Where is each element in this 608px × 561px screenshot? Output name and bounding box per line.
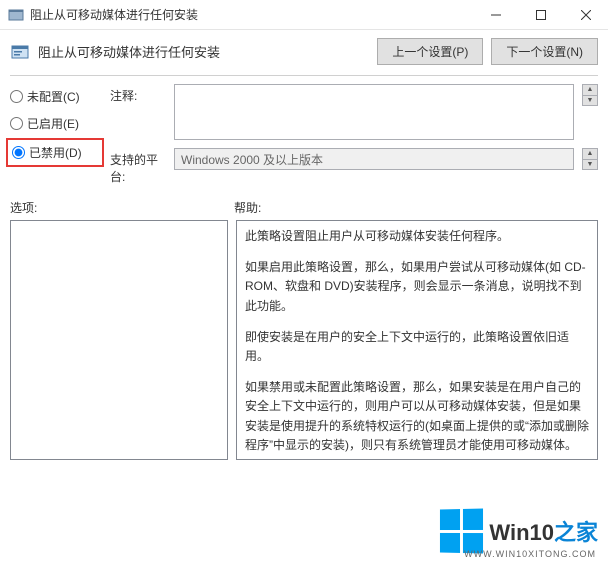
- options-pane[interactable]: [10, 220, 228, 460]
- comment-input[interactable]: [174, 84, 574, 140]
- radio-enabled[interactable]: 已启用(E): [10, 115, 98, 132]
- watermark-url: WWW.WIN10XITONG.COM: [464, 549, 596, 559]
- radio-not-configured-label: 未配置(C): [27, 88, 80, 105]
- comment-spin[interactable]: ▲▼: [582, 84, 598, 106]
- prev-setting-button[interactable]: 上一个设置(P): [377, 38, 483, 65]
- titlebar: 阻止从可移动媒体进行任何安装: [0, 0, 608, 30]
- comment-label: 注释:: [110, 84, 166, 104]
- fields-column: 注释: ▲▼ 支持的平台: Windows 2000 及以上版本 ▲▼: [110, 84, 598, 185]
- help-p3: 即使安装是在用户的安全上下文中运行的，此策略设置依旧适用。: [245, 328, 589, 366]
- platform-label: 支持的平台:: [110, 148, 166, 185]
- platform-value: Windows 2000 及以上版本: [174, 148, 574, 170]
- policy-icon: [10, 42, 30, 62]
- help-p2: 如果启用此策略设置，那么，如果用户尝试从可移动媒体(如 CD-ROM、软盘和 D…: [245, 258, 589, 316]
- close-button[interactable]: [563, 0, 608, 29]
- watermark-brand-b: 之家: [554, 520, 598, 545]
- window-controls: [473, 0, 608, 29]
- platform-spin[interactable]: ▲▼: [582, 148, 598, 170]
- comment-row: 注释: ▲▼: [110, 84, 598, 140]
- radio-enabled-label: 已启用(E): [27, 115, 79, 132]
- help-pane[interactable]: 此策略设置阻止用户从可移动媒体安装任何程序。 如果启用此策略设置，那么，如果用户…: [236, 220, 598, 460]
- minimize-button[interactable]: [473, 0, 518, 29]
- header-row: 阻止从可移动媒体进行任何安装 上一个设置(P) 下一个设置(N): [0, 30, 608, 75]
- separator: [10, 75, 598, 76]
- help-label: 帮助:: [234, 199, 598, 216]
- radio-disabled-label: 已禁用(D): [29, 144, 82, 161]
- windows-logo-icon: [440, 508, 483, 553]
- panes: 此策略设置阻止用户从可移动媒体安装任何程序。 如果启用此策略设置，那么，如果用户…: [0, 220, 608, 460]
- radio-not-configured[interactable]: 未配置(C): [10, 88, 98, 105]
- window-title: 阻止从可移动媒体进行任何安装: [30, 6, 473, 23]
- maximize-button[interactable]: [518, 0, 563, 29]
- config-area: 未配置(C) 已启用(E) 已禁用(D) 注释: ▲▼ 支持的平台: Windo…: [0, 84, 608, 185]
- next-setting-button[interactable]: 下一个设置(N): [491, 38, 598, 65]
- watermark-text: Win10之家: [489, 515, 598, 547]
- radio-disabled-input[interactable]: [12, 146, 25, 159]
- policy-title: 阻止从可移动媒体进行任何安装: [38, 42, 369, 61]
- help-p4: 如果禁用或未配置此策略设置，那么，如果安装是在用户自己的安全上下文中运行的，则用…: [245, 378, 589, 455]
- app-icon: [8, 7, 24, 23]
- radio-enabled-input[interactable]: [10, 117, 23, 130]
- radio-disabled[interactable]: 已禁用(D): [12, 144, 96, 161]
- section-labels: 选项: 帮助:: [0, 185, 608, 220]
- watermark-brand-a: Win10: [489, 520, 554, 545]
- highlight-box: 已禁用(D): [6, 138, 104, 167]
- radio-not-configured-input[interactable]: [10, 90, 23, 103]
- watermark: Win10之家: [439, 509, 598, 553]
- options-label: 选项:: [10, 199, 234, 216]
- help-p1: 此策略设置阻止用户从可移动媒体安装任何程序。: [245, 227, 589, 246]
- state-radio-group: 未配置(C) 已启用(E) 已禁用(D): [10, 84, 98, 185]
- platform-row: 支持的平台: Windows 2000 及以上版本 ▲▼: [110, 148, 598, 185]
